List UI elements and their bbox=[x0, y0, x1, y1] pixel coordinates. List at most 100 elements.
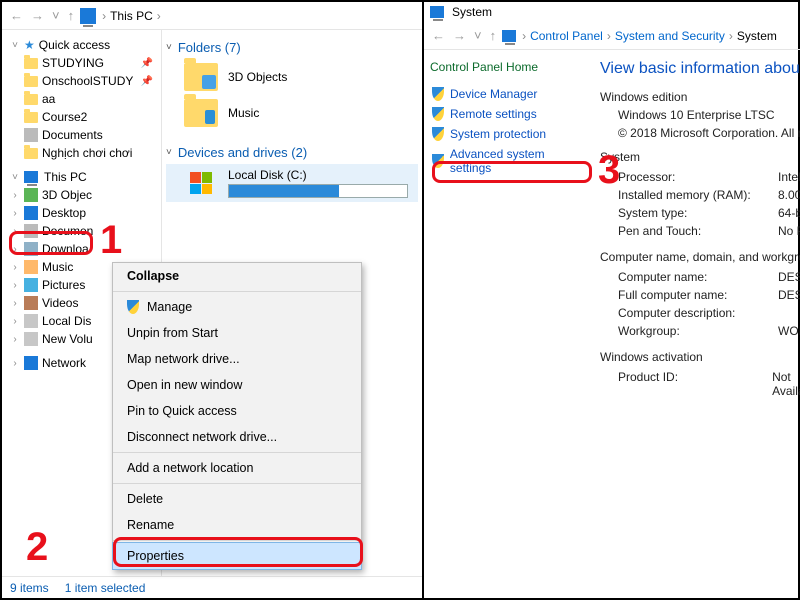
breadcrumb-location[interactable]: This PC bbox=[110, 9, 153, 23]
context-menu[interactable]: Collapse Manage Unpin from Start Map net… bbox=[112, 262, 362, 570]
tree-item[interactable]: ›Documents bbox=[4, 126, 159, 144]
desktop-icon bbox=[24, 206, 38, 220]
tree-item[interactable]: ›Desktop bbox=[4, 204, 159, 222]
folder-label: 3D Objects bbox=[228, 70, 287, 84]
documents-icon bbox=[24, 128, 38, 142]
nav-fwd-icon[interactable]: → bbox=[451, 28, 468, 43]
system-breadcrumb[interactable]: ← → ˅ ↑ › Control Panel › System and Sec… bbox=[424, 22, 800, 50]
drive-item[interactable]: Local Disk (C:) bbox=[166, 164, 418, 202]
tree-label: OnschoolSTUDY bbox=[42, 74, 133, 88]
kv-ram: Installed memory (RAM):8.00 GB (7 bbox=[618, 186, 800, 204]
ctx-manage[interactable]: Manage bbox=[113, 294, 361, 320]
tree-item[interactable]: ›3D Objec bbox=[4, 186, 159, 204]
disk-icon bbox=[24, 332, 38, 346]
tree-item[interactable]: ›Nghịch chơi chơi bbox=[4, 144, 159, 162]
tree-label: Network bbox=[42, 356, 86, 370]
shield-icon bbox=[432, 87, 444, 101]
tree-quick-access[interactable]: ˅★Quick access bbox=[4, 36, 159, 54]
drive-label: Local Disk (C:) bbox=[228, 168, 408, 182]
group-drives[interactable]: ˅Devices and drives (2) bbox=[166, 141, 418, 164]
link-device-manager[interactable]: Device Manager bbox=[430, 84, 590, 104]
ctx-add-network-location[interactable]: Add a network location bbox=[113, 455, 361, 481]
folder-label: Music bbox=[228, 106, 259, 120]
music-icon bbox=[24, 260, 38, 274]
tree-item[interactable]: ›aa bbox=[4, 90, 159, 108]
pin-icon: 📌 bbox=[141, 76, 157, 87]
ctx-disconnect-network[interactable]: Disconnect network drive... bbox=[113, 424, 361, 450]
page-heading: View basic information about you bbox=[600, 60, 800, 78]
tree-label: Course2 bbox=[42, 110, 87, 124]
link-label: Advanced system settings bbox=[450, 147, 588, 175]
tree-label: Downloa bbox=[42, 242, 89, 256]
group-title: Devices and drives (2) bbox=[178, 145, 307, 160]
group-folders[interactable]: ˅Folders (7) bbox=[166, 36, 418, 59]
tree-item[interactable]: ›Downloa bbox=[4, 240, 159, 258]
link-advanced-system-settings[interactable]: Advanced system settings bbox=[430, 144, 590, 178]
ctx-collapse[interactable]: Collapse bbox=[113, 263, 361, 289]
nav-down-icon[interactable]: ˅ bbox=[472, 28, 484, 43]
section-system: System bbox=[600, 150, 800, 164]
ctx-label: Manage bbox=[147, 300, 192, 314]
nav-up-icon[interactable]: ↑ bbox=[66, 8, 77, 23]
tree-label: Documen bbox=[42, 224, 93, 238]
tree-item[interactable]: ›Course2 bbox=[4, 108, 159, 126]
ctx-map-network[interactable]: Map network drive... bbox=[113, 346, 361, 372]
link-label: Remote settings bbox=[450, 107, 537, 121]
status-selected: 1 item selected bbox=[65, 581, 146, 595]
nav-up-icon[interactable]: ↑ bbox=[488, 28, 499, 43]
breadcrumb-sep-icon: › bbox=[102, 9, 106, 23]
nav-back-icon[interactable]: ← bbox=[430, 28, 447, 43]
kv-computer-description: Computer description: bbox=[618, 304, 800, 322]
link-system-protection[interactable]: System protection bbox=[430, 124, 590, 144]
nav-back-icon[interactable]: ← bbox=[8, 8, 25, 23]
folder-icon bbox=[24, 76, 38, 87]
tree-item[interactable]: ›OnschoolSTUDY📌 bbox=[4, 72, 159, 90]
folder-icon bbox=[24, 112, 38, 123]
star-icon: ★ bbox=[24, 38, 35, 52]
control-panel-home[interactable]: Control Panel Home bbox=[430, 60, 590, 74]
explorer-breadcrumb[interactable]: ← → ˅ ↑ › This PC › bbox=[2, 2, 422, 30]
ctx-unpin[interactable]: Unpin from Start bbox=[113, 320, 361, 346]
tree-label: Videos bbox=[42, 296, 78, 310]
folder-item[interactable]: Music bbox=[166, 95, 418, 131]
downloads-icon bbox=[24, 242, 38, 256]
crumb-system-security[interactable]: System and Security bbox=[615, 29, 725, 43]
link-label: System protection bbox=[450, 127, 546, 141]
folder-item[interactable]: 3D Objects bbox=[166, 59, 418, 95]
section-activation: Windows activation bbox=[600, 350, 800, 364]
ctx-pin-quick-access[interactable]: Pin to Quick access bbox=[113, 398, 361, 424]
kv-product-id: Product ID:Not Available bbox=[618, 368, 800, 400]
videos-icon bbox=[24, 296, 38, 310]
kv-workgroup: Workgroup:WORKGR( bbox=[618, 322, 800, 340]
ctx-delete[interactable]: Delete bbox=[113, 486, 361, 512]
windows-icon bbox=[190, 172, 212, 194]
shield-icon bbox=[432, 154, 444, 168]
tree-this-pc[interactable]: ˅This PC bbox=[4, 168, 159, 186]
link-remote-settings[interactable]: Remote settings bbox=[430, 104, 590, 124]
ctx-open-new-window[interactable]: Open in new window bbox=[113, 372, 361, 398]
group-title: Folders (7) bbox=[178, 40, 241, 55]
kv-processor: Processor:Intel(R) Co bbox=[618, 168, 800, 186]
tree-item[interactable]: ›Documen bbox=[4, 222, 159, 240]
copyright: © 2018 Microsoft Corporation. All righ bbox=[600, 126, 800, 140]
tree-label: Documents bbox=[42, 128, 103, 142]
nav-fwd-icon[interactable]: → bbox=[29, 8, 46, 23]
crumb-system[interactable]: System bbox=[737, 29, 777, 43]
crumb-control-panel[interactable]: Control Panel bbox=[530, 29, 603, 43]
shield-icon bbox=[127, 300, 139, 314]
folder-icon bbox=[24, 58, 38, 69]
ctx-properties[interactable]: Properties bbox=[113, 543, 361, 569]
kv-full-computer-name: Full computer name:DESKTOP- bbox=[618, 286, 800, 304]
control-panel-sidebar: Control Panel Home Device Manager Remote… bbox=[424, 50, 596, 598]
tree-label: 3D Objec bbox=[42, 188, 92, 202]
tree-label: Pictures bbox=[42, 278, 85, 292]
tree-label: Nghịch chơi chơi bbox=[42, 146, 132, 160]
tree-item[interactable]: ›STUDYING📌 bbox=[4, 54, 159, 72]
tree-label: Quick access bbox=[39, 38, 110, 52]
windows-version: Windows 10 Enterprise LTSC bbox=[600, 108, 800, 122]
folder-icon bbox=[184, 99, 218, 127]
pin-icon: 📌 bbox=[141, 58, 157, 69]
nav-down-icon[interactable]: ˅ bbox=[50, 8, 62, 23]
ctx-rename[interactable]: Rename bbox=[113, 512, 361, 538]
system-icon bbox=[502, 30, 516, 42]
